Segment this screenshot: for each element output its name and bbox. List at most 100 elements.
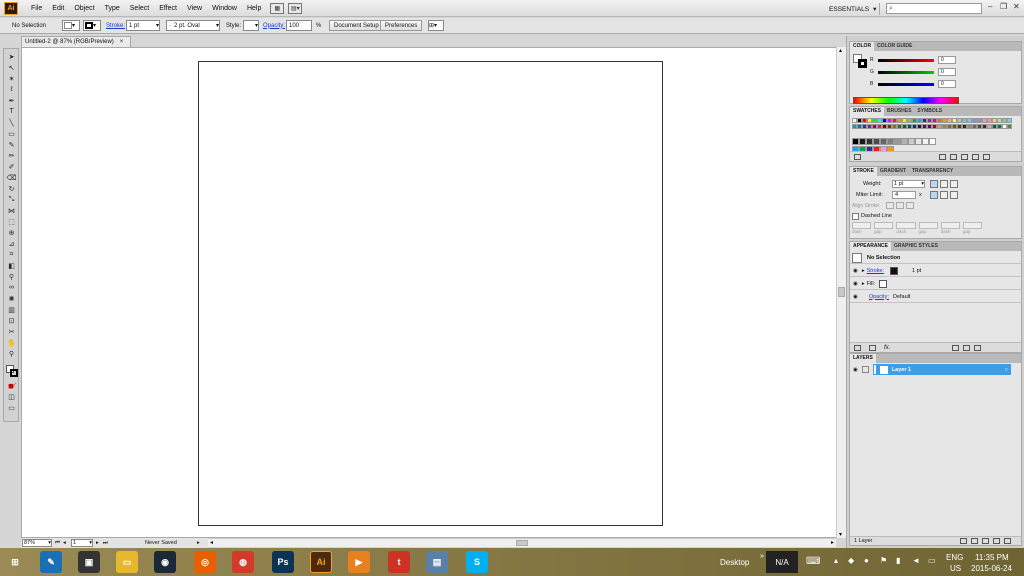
clock-time[interactable]: 11:35 PM (975, 553, 1009, 562)
lock-toggle-icon[interactable] (861, 366, 869, 373)
layer-highlight[interactable]: Layer 1 ○ (872, 364, 1011, 375)
close-document-icon[interactable]: × (120, 39, 124, 45)
color-swatch[interactable] (873, 138, 880, 145)
restore-icon[interactable]: ❐ (1000, 2, 1007, 11)
vertical-scroll-thumb[interactable] (838, 287, 845, 297)
dash-field[interactable]: dash (940, 222, 960, 236)
eye-icon[interactable]: ◉ (853, 294, 858, 300)
expand-toolbar-icon[interactable]: » (760, 553, 764, 560)
arrange-documents-icon[interactable]: ▤▾ (288, 2, 303, 14)
action-center-icon[interactable]: ⚑ (880, 556, 887, 565)
magic-wand-tool-icon[interactable]: ✶ (6, 74, 17, 83)
color-swatch[interactable] (908, 138, 915, 145)
stroke-swatch[interactable]: ▾ (83, 20, 101, 31)
last-artboard-icon[interactable]: ⏭ (103, 539, 108, 547)
appearance-stroke-row[interactable]: ◉ ▸ Stroke: 1 pt (850, 265, 1021, 277)
drawing-mode-icon[interactable]: ◫ (6, 392, 17, 401)
color-swatch[interactable] (901, 138, 908, 145)
align-options-icon[interactable]: ⊞▾ (428, 20, 444, 31)
delete-item-icon[interactable] (974, 344, 982, 351)
delete-layer-icon[interactable] (1004, 538, 1012, 544)
clear-appearance-icon[interactable] (952, 344, 960, 351)
color-swatch[interactable] (859, 138, 866, 145)
tab-layers[interactable]: LAYERS (850, 354, 876, 363)
show-hidden-icons-icon[interactable]: ▴ (834, 556, 838, 565)
width-tool-icon[interactable]: ⋈ (6, 206, 17, 215)
slider-track-b[interactable] (878, 82, 934, 86)
symbol-sprayer-tool-icon[interactable]: ✺ (6, 294, 17, 303)
status-menu-icon[interactable]: ▸ (197, 539, 200, 547)
scroll-down-icon[interactable]: ▾ (839, 531, 842, 538)
channel-input-r[interactable]: 0 (938, 56, 956, 64)
tab-gradient[interactable]: GRADIENT (877, 167, 909, 176)
corner-bevel-icon[interactable] (950, 191, 958, 199)
expand-triangle-icon[interactable]: ▸ (862, 281, 865, 287)
eye-icon[interactable]: ◉ (853, 281, 858, 287)
new-sublayer-icon[interactable] (982, 538, 990, 544)
workspace-switcher[interactable]: ESSENTIALS ▾ (826, 3, 881, 15)
stroke-swatch-icon[interactable] (890, 266, 899, 275)
paintbrush-tool-icon[interactable]: ✎ (6, 140, 17, 149)
help-search-input[interactable]: ⌕ (886, 3, 982, 14)
slice-tool-icon[interactable]: ✂ (6, 327, 17, 336)
cap-butt-icon[interactable] (930, 180, 938, 188)
scroll-left-icon[interactable]: ◂ (210, 539, 213, 546)
previous-artboard-icon[interactable]: ◂ (63, 539, 66, 547)
rotate-tool-icon[interactable]: ↻ (6, 184, 17, 193)
target-icon[interactable]: ○ (1005, 367, 1008, 373)
menu-select[interactable]: Select (125, 0, 154, 17)
layer-row[interactable]: ◉ Layer 1 ○ (850, 364, 1021, 375)
artboard-tool-icon[interactable]: ⊡ (6, 316, 17, 325)
vertical-scrollbar[interactable]: ▴ ▾ (836, 47, 846, 538)
menu-object[interactable]: Object (69, 0, 99, 17)
opacity-input[interactable]: 100 (286, 20, 312, 31)
cap-round-icon[interactable] (940, 180, 948, 188)
hand-tool-icon[interactable]: ✋ (6, 338, 17, 347)
desktop-toolbar-label[interactable]: Desktop (720, 558, 749, 567)
taskbar-app-blue-icon[interactable]: ✎ (40, 551, 62, 573)
tab-symbols[interactable]: SYMBOLS (914, 107, 945, 116)
new-layer-icon[interactable] (993, 538, 1001, 544)
input-region[interactable]: US (950, 564, 961, 573)
taskbar-files-icon[interactable]: ▤ (426, 551, 448, 573)
artboard-navigation-select[interactable]: 1 ▾ (71, 539, 93, 547)
color-none-icon[interactable]: ◼⁄ (6, 381, 17, 390)
zoom-select[interactable]: 87% ▾ (22, 539, 52, 547)
opacity-link[interactable]: Opacity: (869, 294, 889, 300)
pen-tool-icon[interactable]: ✒ (6, 96, 17, 105)
horizontal-scroll-thumb[interactable] (516, 540, 528, 546)
brush-definition-select[interactable]: · 2 pt. Oval ▾ (166, 20, 220, 31)
color-swatch[interactable] (915, 138, 922, 145)
scale-tool-icon[interactable]: ⤡ (6, 195, 17, 204)
graphic-style-select[interactable]: ▾ (243, 20, 259, 31)
direct-selection-tool-icon[interactable]: ↖ (6, 63, 17, 72)
line-tool-icon[interactable]: ╲ (6, 118, 17, 127)
duplicate-item-icon[interactable] (963, 344, 971, 351)
color-swatch[interactable] (880, 138, 887, 145)
lasso-tool-icon[interactable]: ℓ (6, 85, 17, 94)
menu-help[interactable]: Help (242, 0, 266, 17)
menu-type[interactable]: Type (100, 0, 125, 17)
scroll-up-icon[interactable]: ▴ (839, 47, 842, 54)
zoom-tool-icon[interactable]: ⚲ (6, 349, 17, 358)
taskbar-tumblr-icon[interactable]: t (388, 551, 410, 573)
first-artboard-icon[interactable]: ⏮ (55, 539, 60, 547)
dash-field[interactable]: dash (852, 222, 872, 236)
menu-effect[interactable]: Effect (154, 0, 182, 17)
align-inside-icon[interactable] (896, 202, 904, 209)
next-artboard-icon[interactable]: ▸ (96, 539, 99, 547)
gap-field[interactable]: gap (918, 222, 938, 236)
fill-swatch-icon[interactable] (879, 279, 888, 288)
new-swatch-icon[interactable] (972, 153, 979, 160)
align-center-icon[interactable] (886, 202, 894, 209)
menu-window[interactable]: Window (207, 0, 242, 17)
cap-square-icon[interactable] (950, 180, 958, 188)
new-color-group-icon[interactable] (961, 153, 968, 160)
tab-color-guide[interactable]: COLOR GUIDE (874, 42, 915, 51)
swatch-library-icon[interactable] (854, 153, 861, 160)
show-swatch-kinds-icon[interactable] (939, 153, 946, 160)
volume-icon[interactable]: ◄ (912, 556, 920, 565)
rectangle-tool-icon[interactable]: ▭ (6, 129, 17, 138)
menu-edit[interactable]: Edit (47, 0, 69, 17)
corner-round-icon[interactable] (940, 191, 948, 199)
